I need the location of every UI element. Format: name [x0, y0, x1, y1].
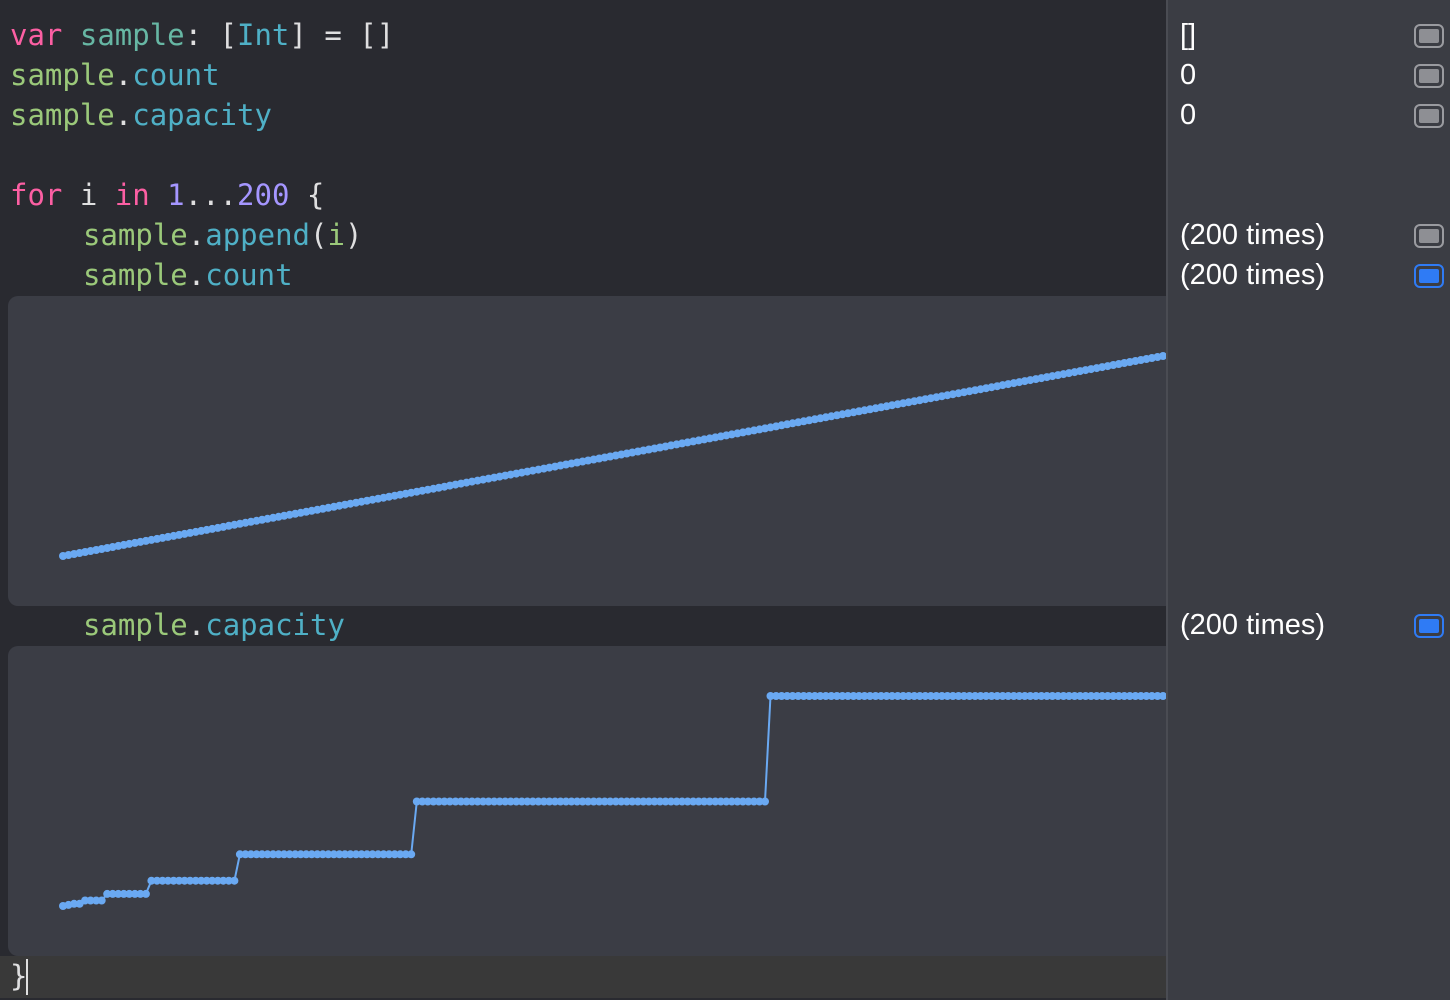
object-ref: sample — [83, 608, 188, 642]
property-ref: capacity — [205, 608, 345, 642]
data-point — [141, 889, 150, 898]
inline-result-chart-capacity — [8, 646, 1166, 956]
keyword-var: var — [10, 18, 63, 52]
range-start: 1 — [167, 178, 185, 212]
quick-look-button-2[interactable] — [1414, 64, 1444, 88]
variable-name: sample — [79, 18, 185, 52]
quick-look-button-1[interactable] — [1414, 24, 1444, 48]
code-line-1[interactable]: var sample: [Int] = [] — [10, 15, 394, 55]
type-annotation-open: : [ — [184, 18, 238, 52]
count-line-chart — [59, 352, 1166, 560]
paren-close: ) — [344, 218, 363, 252]
close-brace[interactable]: } — [10, 956, 27, 996]
code-line-count[interactable]: sample.count — [83, 255, 293, 295]
dot: . — [114, 58, 133, 92]
argument: i — [327, 218, 345, 252]
range-end: 200 — [237, 178, 290, 212]
assignment: ] = [] — [289, 18, 395, 52]
result-line-2: 0 — [1180, 59, 1197, 91]
dot: . — [187, 258, 206, 292]
dot: . — [187, 218, 206, 252]
object-ref: sample — [10, 98, 115, 132]
type-name: Int — [237, 18, 290, 52]
result-line-capacity: (200 times) — [1180, 609, 1326, 641]
data-point — [97, 896, 106, 905]
capacity-line-chart — [59, 692, 1166, 910]
code-line-2[interactable]: sample.count — [10, 55, 220, 95]
object-ref: sample — [83, 218, 188, 252]
keyword-for: for — [10, 178, 63, 212]
inline-result-chart-count — [8, 296, 1166, 606]
code-line-capacity[interactable]: sample.capacity — [83, 605, 345, 645]
result-line-append: (200 times) — [1180, 219, 1326, 251]
data-point — [230, 876, 239, 885]
code-line-append[interactable]: sample.append(i) — [83, 215, 362, 255]
paren-open: ( — [310, 218, 328, 252]
property-ref: count — [132, 58, 220, 92]
property-ref: capacity — [132, 98, 272, 132]
show-result-button-count[interactable] — [1414, 264, 1444, 288]
keyword-in: in — [114, 178, 150, 212]
loop-variable: i — [62, 178, 115, 212]
quick-look-button-3[interactable] — [1414, 104, 1444, 128]
data-point — [761, 797, 769, 806]
result-line-1: [] — [1180, 19, 1197, 51]
current-line-highlight — [0, 956, 1166, 998]
quick-look-button-append[interactable] — [1414, 224, 1444, 248]
show-result-button-capacity[interactable] — [1414, 614, 1444, 638]
result-line-count: (200 times) — [1180, 259, 1326, 291]
range-operator: ... — [184, 178, 238, 212]
code-line-for[interactable]: for i in 1...200 { — [10, 175, 324, 215]
result-line-3: 0 — [1180, 99, 1197, 131]
object-ref: sample — [10, 58, 115, 92]
text-caret — [26, 959, 28, 995]
data-point — [407, 850, 416, 859]
object-ref: sample — [83, 258, 188, 292]
property-ref: count — [205, 258, 293, 292]
method-ref: append — [205, 218, 310, 252]
code-editor[interactable]: var sample: [Int] = [] sample.count samp… — [0, 0, 1166, 1000]
open-brace: { — [289, 178, 325, 212]
code-line-3[interactable]: sample.capacity — [10, 95, 272, 135]
results-sidebar: [] 0 0 (200 times) (200 times) (200 time… — [1166, 0, 1450, 1000]
dot: . — [114, 98, 133, 132]
dot: . — [187, 608, 206, 642]
